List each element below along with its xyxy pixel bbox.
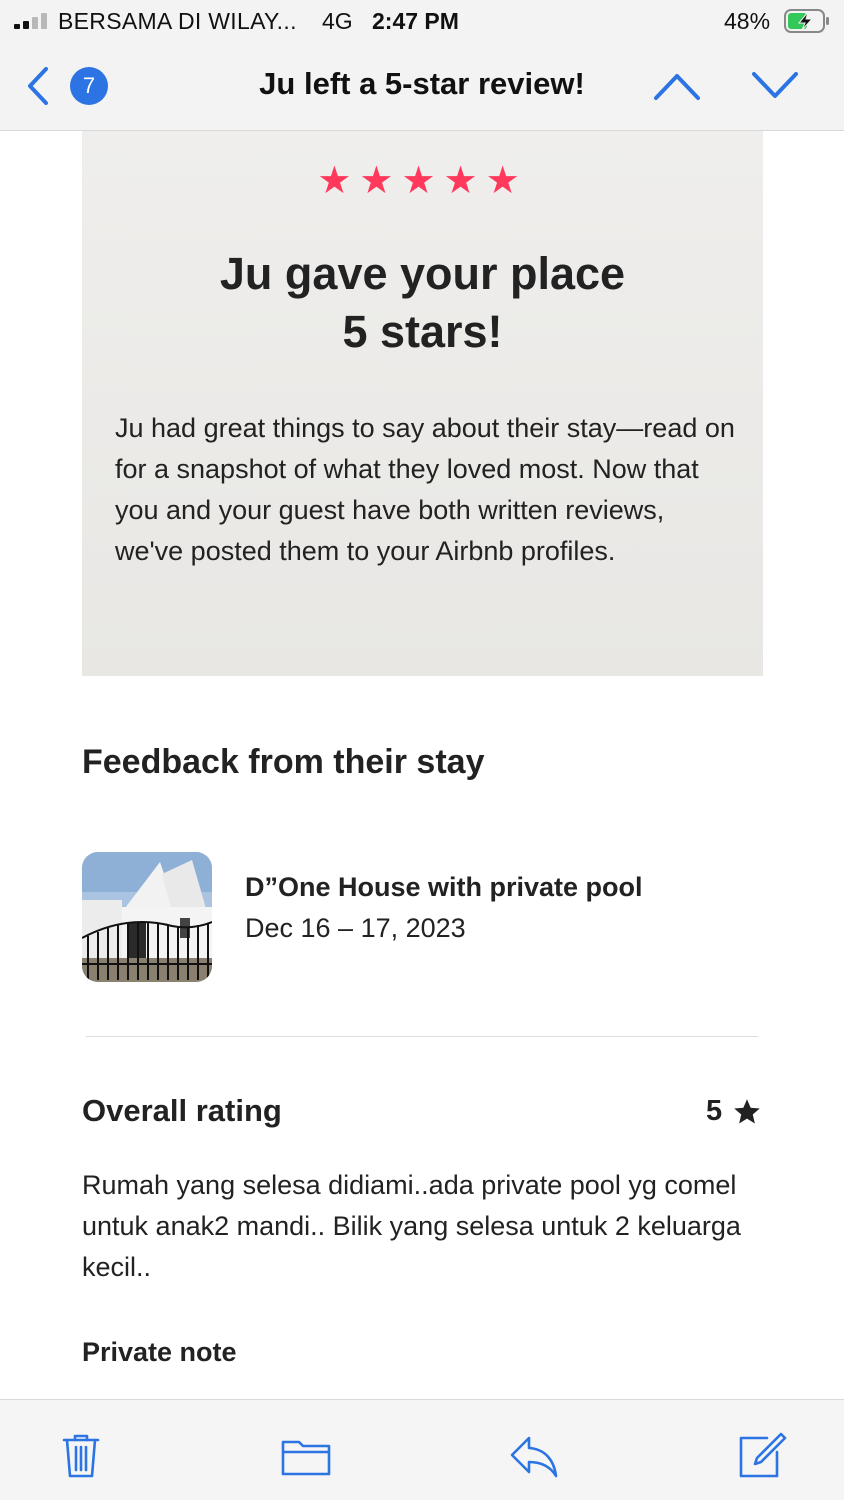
- battery-percentage: 48%: [724, 8, 771, 34]
- trash-icon[interactable]: [56, 1430, 106, 1480]
- status-bar: BERSAMA DI WILAY... 4G 2:47 PM 48%: [0, 0, 844, 42]
- carrier-name: BERSAMA DI WILAY...: [58, 8, 297, 34]
- battery-charging-icon: [784, 9, 829, 33]
- reply-icon[interactable]: [509, 1430, 559, 1480]
- network-type: 4G: [322, 8, 353, 34]
- listing-name[interactable]: D”One House with private pool: [245, 872, 643, 903]
- review-text: Rumah yang selesa didiami..ada private p…: [82, 1170, 741, 1282]
- hero-title-line-2: 5 stars!: [342, 306, 503, 357]
- hero-title-line-1: Ju gave your place: [219, 248, 626, 299]
- hero-description: Ju had great things to say about their s…: [115, 413, 735, 566]
- email-subject-title: Ju left a 5-star review!: [259, 66, 585, 101]
- five-star-rating: ★★★★★: [317, 160, 528, 202]
- next-message-icon[interactable]: [750, 70, 800, 102]
- mail-toolbar: [0, 1399, 844, 1500]
- signal-strength-icon: [14, 13, 50, 29]
- compose-icon[interactable]: [737, 1430, 787, 1480]
- private-note-label: Private note: [82, 1337, 237, 1367]
- previous-message-icon[interactable]: [652, 70, 702, 102]
- overall-rating-label: Overall rating: [82, 1093, 282, 1128]
- folder-icon[interactable]: [281, 1430, 331, 1480]
- mail-nav-bar: 7 Ju left a 5-star review!: [0, 42, 844, 131]
- star-icon: [734, 1099, 760, 1124]
- stay-dates: Dec 16 – 17, 2023: [245, 913, 466, 943]
- hero-title: Ju gave your place 5 stars!: [82, 245, 763, 361]
- clock: 2:47 PM: [372, 8, 459, 34]
- feedback-heading: Feedback from their stay: [82, 743, 485, 781]
- review-hero-card: ★★★★★ Ju gave your place 5 stars! Ju had…: [82, 131, 763, 676]
- overall-rating-value: 5: [706, 1095, 723, 1127]
- section-divider: [86, 1036, 758, 1037]
- listing-photo[interactable]: [82, 852, 212, 982]
